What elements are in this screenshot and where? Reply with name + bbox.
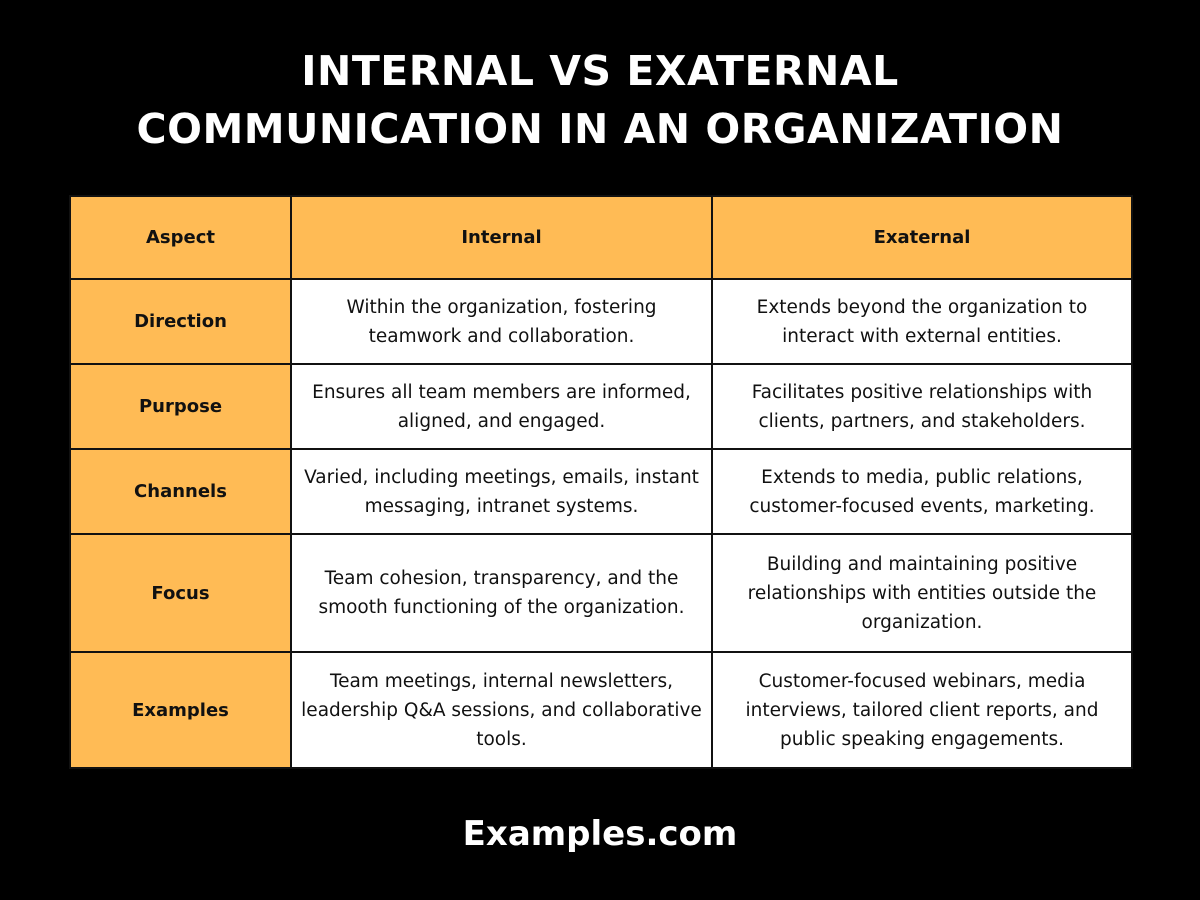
- internal-cell: Varied, including meetings, emails, inst…: [290, 448, 713, 535]
- row-aspect-label: Purpose: [69, 363, 292, 450]
- row-aspect-label: Channels: [69, 448, 292, 535]
- row-aspect-label: Focus: [69, 533, 292, 653]
- header-external: Exaternal: [711, 195, 1133, 280]
- table-row: Examples Team meetings, internal newslet…: [69, 651, 1133, 769]
- table-row: Channels Varied, including meetings, ema…: [69, 448, 1133, 535]
- external-cell: Building and maintaining positive relati…: [711, 533, 1133, 653]
- external-cell: Customer-focused webinars, media intervi…: [711, 651, 1133, 769]
- row-aspect-label: Direction: [69, 278, 292, 365]
- title-line-2: COMMUNICATION IN AN ORGANIZATION: [136, 105, 1064, 153]
- internal-cell: Within the organization, fostering teamw…: [290, 278, 713, 365]
- brand-footer: Examples.com: [462, 814, 738, 854]
- internal-cell: Team meetings, internal newsletters, lea…: [290, 651, 713, 769]
- internal-cell: Ensures all team members are informed, a…: [290, 363, 713, 450]
- table-row: Focus Team cohesion, transparency, and t…: [69, 533, 1133, 653]
- title-line-1: INTERNAL VS EXATERNAL: [301, 47, 899, 95]
- comparison-table: Aspect Internal Exaternal Direction With…: [69, 195, 1133, 769]
- table-row: Direction Within the organization, foste…: [69, 278, 1133, 365]
- internal-cell: Team cohesion, transparency, and the smo…: [290, 533, 713, 653]
- page-title: INTERNAL VS EXATERNAL COMMUNICATION IN A…: [0, 42, 1200, 158]
- table-header-row: Aspect Internal Exaternal: [69, 195, 1133, 280]
- external-cell: Facilitates positive relationships with …: [711, 363, 1133, 450]
- external-cell: Extends to media, public relations, cust…: [711, 448, 1133, 535]
- header-aspect: Aspect: [69, 195, 292, 280]
- table-row: Purpose Ensures all team members are inf…: [69, 363, 1133, 450]
- external-cell: Extends beyond the organization to inter…: [711, 278, 1133, 365]
- row-aspect-label: Examples: [69, 651, 292, 769]
- header-internal: Internal: [290, 195, 713, 280]
